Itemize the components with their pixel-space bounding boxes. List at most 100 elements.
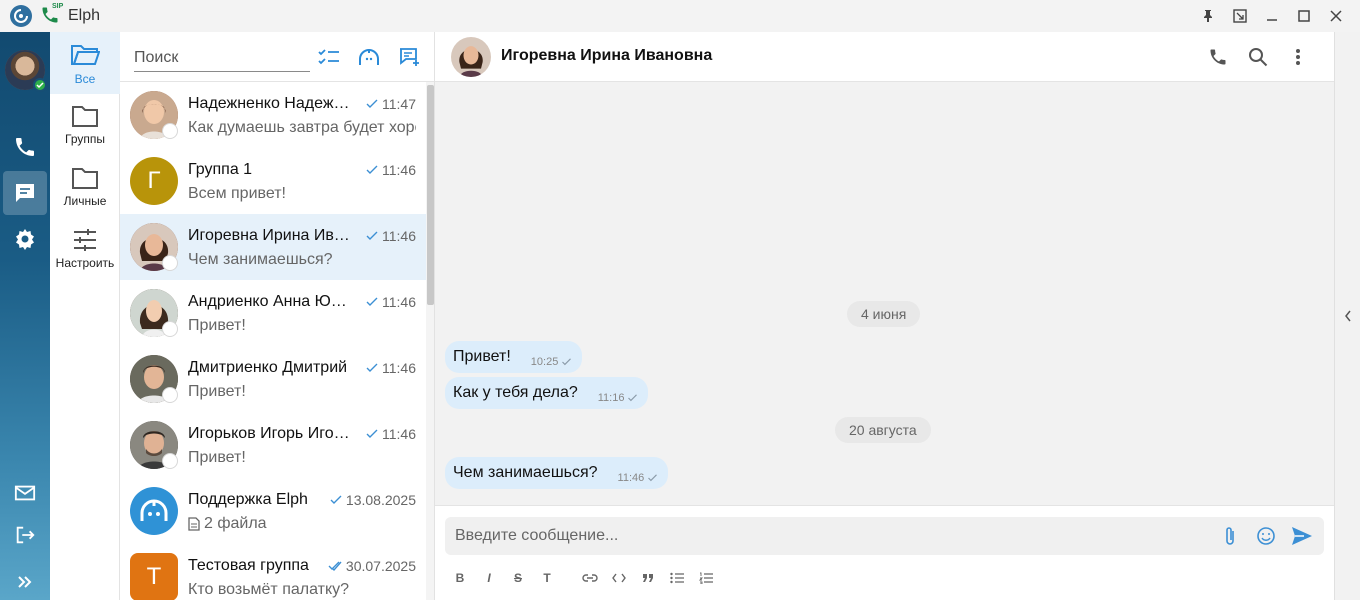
message-text: Чем занимаешься? [453,464,598,481]
chat-time-text: 30.07.2025 [345,558,416,574]
chevron-left-icon [1344,310,1351,322]
attach-button[interactable] [1217,523,1243,549]
send-button[interactable] [1289,523,1315,549]
message-input[interactable] [455,517,1195,555]
emoji-button[interactable] [1253,523,1279,549]
mail-nav-button[interactable] [3,471,47,515]
chat-preview: Кто возьмёт палатку? [188,581,416,599]
search-input[interactable] [134,44,310,72]
scrollbar-thumb[interactable] [427,85,434,305]
app-logo-icon [10,5,32,27]
message-bubble[interactable]: Как у тебя дела? 11:16 [445,377,649,409]
chat-panel: Игоревна Ирина Ивановна 4 июня Привет! 1… [435,32,1334,600]
logout-button[interactable] [3,513,47,557]
gear-icon [16,229,34,250]
close-button[interactable] [1320,0,1352,32]
sent-check-icon [366,297,378,306]
folder-label: Группы [65,132,105,146]
chat-preview-text: 2 файла [204,515,267,532]
chat-preview-text: Привет! [188,383,246,400]
expand-rail-button[interactable] [3,560,47,600]
sip-badge: SIP [52,3,64,10]
chat-time: 11:46 [366,360,416,376]
numbered-list-button[interactable] [695,568,717,588]
quote-button[interactable] [637,568,659,588]
text-style-button[interactable]: T [536,568,558,588]
chat-row[interactable]: Т Тестовая группа 30.07.2025 Кто возьмёт… [120,544,426,600]
compact-mode-icon[interactable] [1224,0,1256,32]
chat-preview-text: Привет! [188,449,246,466]
avatar-letter: Г [147,167,161,194]
link-button[interactable] [579,568,601,588]
italic-button[interactable]: I [478,568,500,588]
chat-list-panel: Надежненко Надежда 11:47 Как думаешь зав… [120,32,435,600]
message-bubble[interactable]: Привет! 10:25 [445,341,583,373]
calls-nav-button[interactable] [3,125,47,169]
folder-label: Все [74,72,96,86]
chat-list-scrollbar[interactable] [426,82,434,600]
message-text: Как у тебя дела? [453,384,578,401]
minimize-button[interactable] [1256,0,1288,32]
chat-row-selected[interactable]: Игоревна Ирина Ивановна 11:46 Чем занима… [120,214,426,280]
code-button[interactable] [608,568,630,588]
call-button[interactable] [1205,44,1231,70]
contact-avatar[interactable] [451,37,491,77]
bold-button[interactable]: B [449,568,471,588]
message-text: Привет! [453,348,511,365]
user-avatar[interactable] [5,50,47,92]
new-chat-icon [400,48,419,66]
message-time: 11:46 [617,472,645,484]
chat-row[interactable]: Надежненко Надежда 11:47 Как думаешь зав… [120,82,426,148]
bullet-list-button[interactable] [666,568,688,588]
chat-row[interactable]: Игорьков Игорь Игоревич 11:46 Привет! [120,412,426,478]
support-button[interactable] [356,44,382,70]
search-messages-button[interactable] [1245,44,1271,70]
expand-icon [18,576,32,588]
chat-preview: Чем занимаешься? [188,251,416,269]
sent-check-icon [330,495,342,504]
window-title: Elph [68,7,101,24]
chat-preview: Привет! [188,383,416,401]
chat-preview-text: Привет! [188,317,246,334]
chat-time-text: 11:46 [382,426,416,442]
chat-time-text: 11:46 [382,228,416,244]
pin-icon[interactable] [1192,0,1224,32]
chat-name: Группа 1 [188,161,253,178]
folder-icon [72,168,98,189]
numbered-list-icon [699,572,713,584]
new-chat-button[interactable] [396,44,422,70]
sent-check-icon [366,99,378,108]
online-status-icon [33,78,47,92]
folder-personal[interactable]: Личные [50,156,120,218]
chats-nav-button[interactable] [3,171,47,215]
contact-name[interactable]: Игоревна Ирина Ивановна [501,47,712,65]
side-panel-toggle[interactable] [1334,32,1360,600]
maximize-button[interactable] [1288,0,1320,32]
message-bubble[interactable]: Чем занимаешься? 11:46 [445,457,669,489]
more-options-button[interactable] [1285,44,1311,70]
chat-name: Игоревна Ирина Ивановна [188,227,350,244]
status-indicator [162,387,178,403]
mail-icon [14,485,36,501]
italic-label: I [487,571,491,585]
navigation-rail [0,32,50,600]
folder-groups[interactable]: Группы [50,94,120,156]
select-chats-button[interactable] [316,44,342,70]
sent-check-icon [562,358,572,366]
message-time: 11:16 [597,392,625,404]
chat-row[interactable]: Дмитриенко Дмитрий 11:46 Привет! [120,346,426,412]
chat-time-text: 11:46 [382,360,416,376]
chat-name: Дмитриенко Дмитрий [188,359,348,376]
chat-row[interactable]: Поддержка Elph 13.08.2025 2 файла [120,478,426,544]
composer-area: B I S T [435,505,1334,600]
folder-all[interactable]: Все [50,32,120,94]
chat-row[interactable]: Андриенко Анна Юрьевна 11:46 Привет! [120,280,426,346]
support-avatar [130,487,178,535]
strikethrough-button[interactable]: S [507,568,529,588]
chat-name: Игорьков Игорь Игоревич [188,425,350,442]
message-time: 10:25 [530,356,559,368]
chat-row[interactable]: Г Группа 1 11:46 Всем привет! [120,148,426,214]
folder-configure[interactable]: Настроить [50,218,120,280]
settings-nav-button[interactable] [3,217,47,261]
read-double-check-icon [328,561,342,571]
